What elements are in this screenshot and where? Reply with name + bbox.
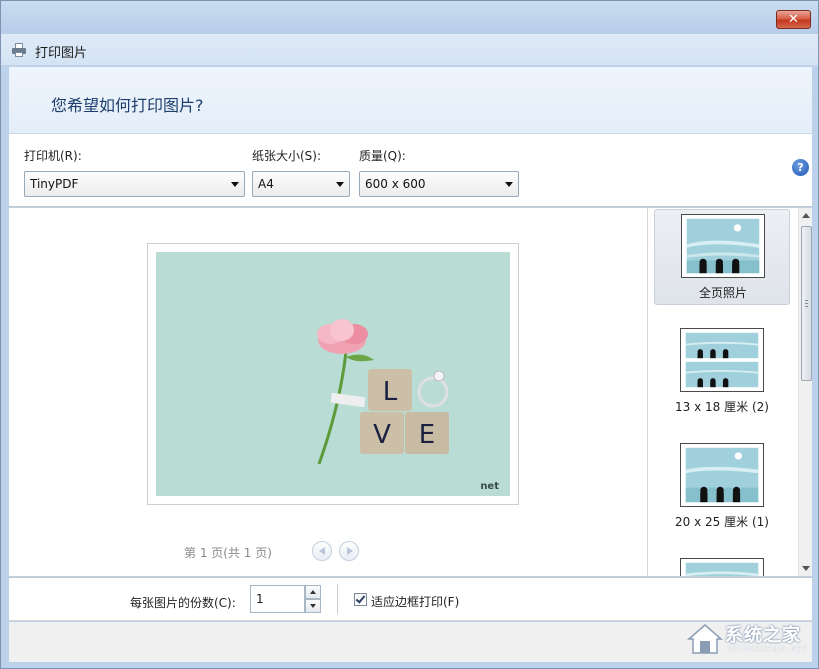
layout-item-partial[interactable] — [654, 554, 790, 576]
layout-item-20x25[interactable]: 20 x 25 厘米 (1) — [654, 439, 790, 535]
next-page-button[interactable] — [339, 541, 359, 561]
copies-increment-button[interactable] — [305, 585, 321, 599]
scroll-up-icon[interactable] — [802, 213, 810, 218]
close-button[interactable]: ✕ — [776, 10, 811, 29]
help-icon[interactable]: ? — [792, 159, 809, 176]
scroll-down-icon[interactable] — [802, 566, 810, 571]
arrow-right-icon — [347, 547, 353, 555]
paper-size-select[interactable]: A4 — [252, 171, 350, 197]
copies-decrement-button[interactable] — [305, 599, 321, 613]
watermark-url: XITONGZHIJIA.NET — [727, 645, 807, 653]
paper-size-value: A4 — [258, 177, 274, 191]
layout-item-13x18[interactable]: 13 x 18 厘米 (2) — [654, 324, 790, 420]
print-pictures-window: ✕ 打印图片 您希望如何打印图片? 打印机(R): TinyPDF 纸张大小(S… — [0, 0, 819, 669]
title-bar: ✕ — [1, 1, 818, 34]
previous-page-button[interactable] — [312, 541, 332, 561]
full-page-thumbnail — [681, 214, 765, 278]
chevron-up-icon — [310, 590, 316, 594]
header-panel: 您希望如何打印图片? — [9, 67, 812, 134]
chevron-down-icon — [505, 182, 513, 187]
printer-icon — [11, 43, 27, 57]
layout-list: 全页照片 13 x 18 厘米 (2) — [647, 208, 812, 576]
quality-select[interactable]: 600 x 600 — [359, 171, 519, 197]
print-preview: L V E net 第 1 页(共 1 页) — [9, 208, 647, 576]
printer-label: 打印机(R): — [24, 147, 82, 164]
partial-thumbnail — [680, 558, 764, 576]
copies-value: 1 — [256, 592, 264, 606]
page-indicator: 第 1 页(共 1 页) — [184, 544, 272, 561]
tile-letter-l: L — [383, 377, 398, 407]
two-up-thumbnail — [680, 328, 764, 392]
checkmark-icon — [356, 593, 366, 603]
layout-label: 20 x 25 厘米 (1) — [654, 513, 790, 530]
fit-to-frame-checkbox[interactable] — [354, 593, 367, 606]
quality-label: 质量(Q): — [359, 147, 406, 164]
divider — [337, 584, 338, 614]
copies-label: 每张图片的份数(C): — [130, 594, 236, 611]
photo-watermark-text: net — [480, 481, 499, 492]
house-logo-icon — [685, 619, 725, 659]
printer-value: TinyPDF — [30, 177, 78, 191]
print-settings-bar: 每张图片的份数(C): 1 适应边框打印(F) — [9, 577, 812, 621]
fit-to-frame-label[interactable]: 适应边框打印(F) — [371, 593, 459, 610]
paper-size-label: 纸张大小(S): — [252, 147, 321, 164]
layout-label: 13 x 18 厘米 (2) — [654, 398, 790, 415]
preview-photo: L V E net — [156, 252, 510, 496]
window-title: 打印图片 — [35, 42, 87, 61]
print-options-bar: 打印机(R): TinyPDF 纸张大小(S): A4 质量(Q): 600 x… — [9, 134, 812, 207]
copies-input[interactable]: 1 — [250, 585, 305, 613]
chevron-down-icon — [310, 604, 316, 608]
chevron-down-icon — [231, 182, 239, 187]
tile-letter-e: E — [419, 420, 435, 450]
preview-page: L V E net — [147, 243, 519, 505]
arrow-left-icon — [319, 547, 325, 555]
layout-item-full-page[interactable]: 全页照片 — [654, 209, 790, 305]
site-watermark: 系统之家 XITONGZHIJIA.NET — [681, 617, 811, 661]
layout-scrollbar[interactable] — [798, 208, 812, 576]
watermark-text: 系统之家 — [725, 621, 801, 647]
tile-letter-v: V — [373, 420, 391, 450]
command-bar: 打印图片 — [1, 34, 818, 66]
printer-select[interactable]: TinyPDF — [24, 171, 245, 197]
layout-label: 全页照片 — [655, 284, 791, 301]
page-heading: 您希望如何打印图片? — [51, 92, 204, 116]
chevron-down-icon — [336, 182, 344, 187]
single-thumbnail — [680, 443, 764, 507]
quality-value: 600 x 600 — [365, 177, 426, 191]
scrollbar-thumb[interactable] — [801, 226, 812, 381]
